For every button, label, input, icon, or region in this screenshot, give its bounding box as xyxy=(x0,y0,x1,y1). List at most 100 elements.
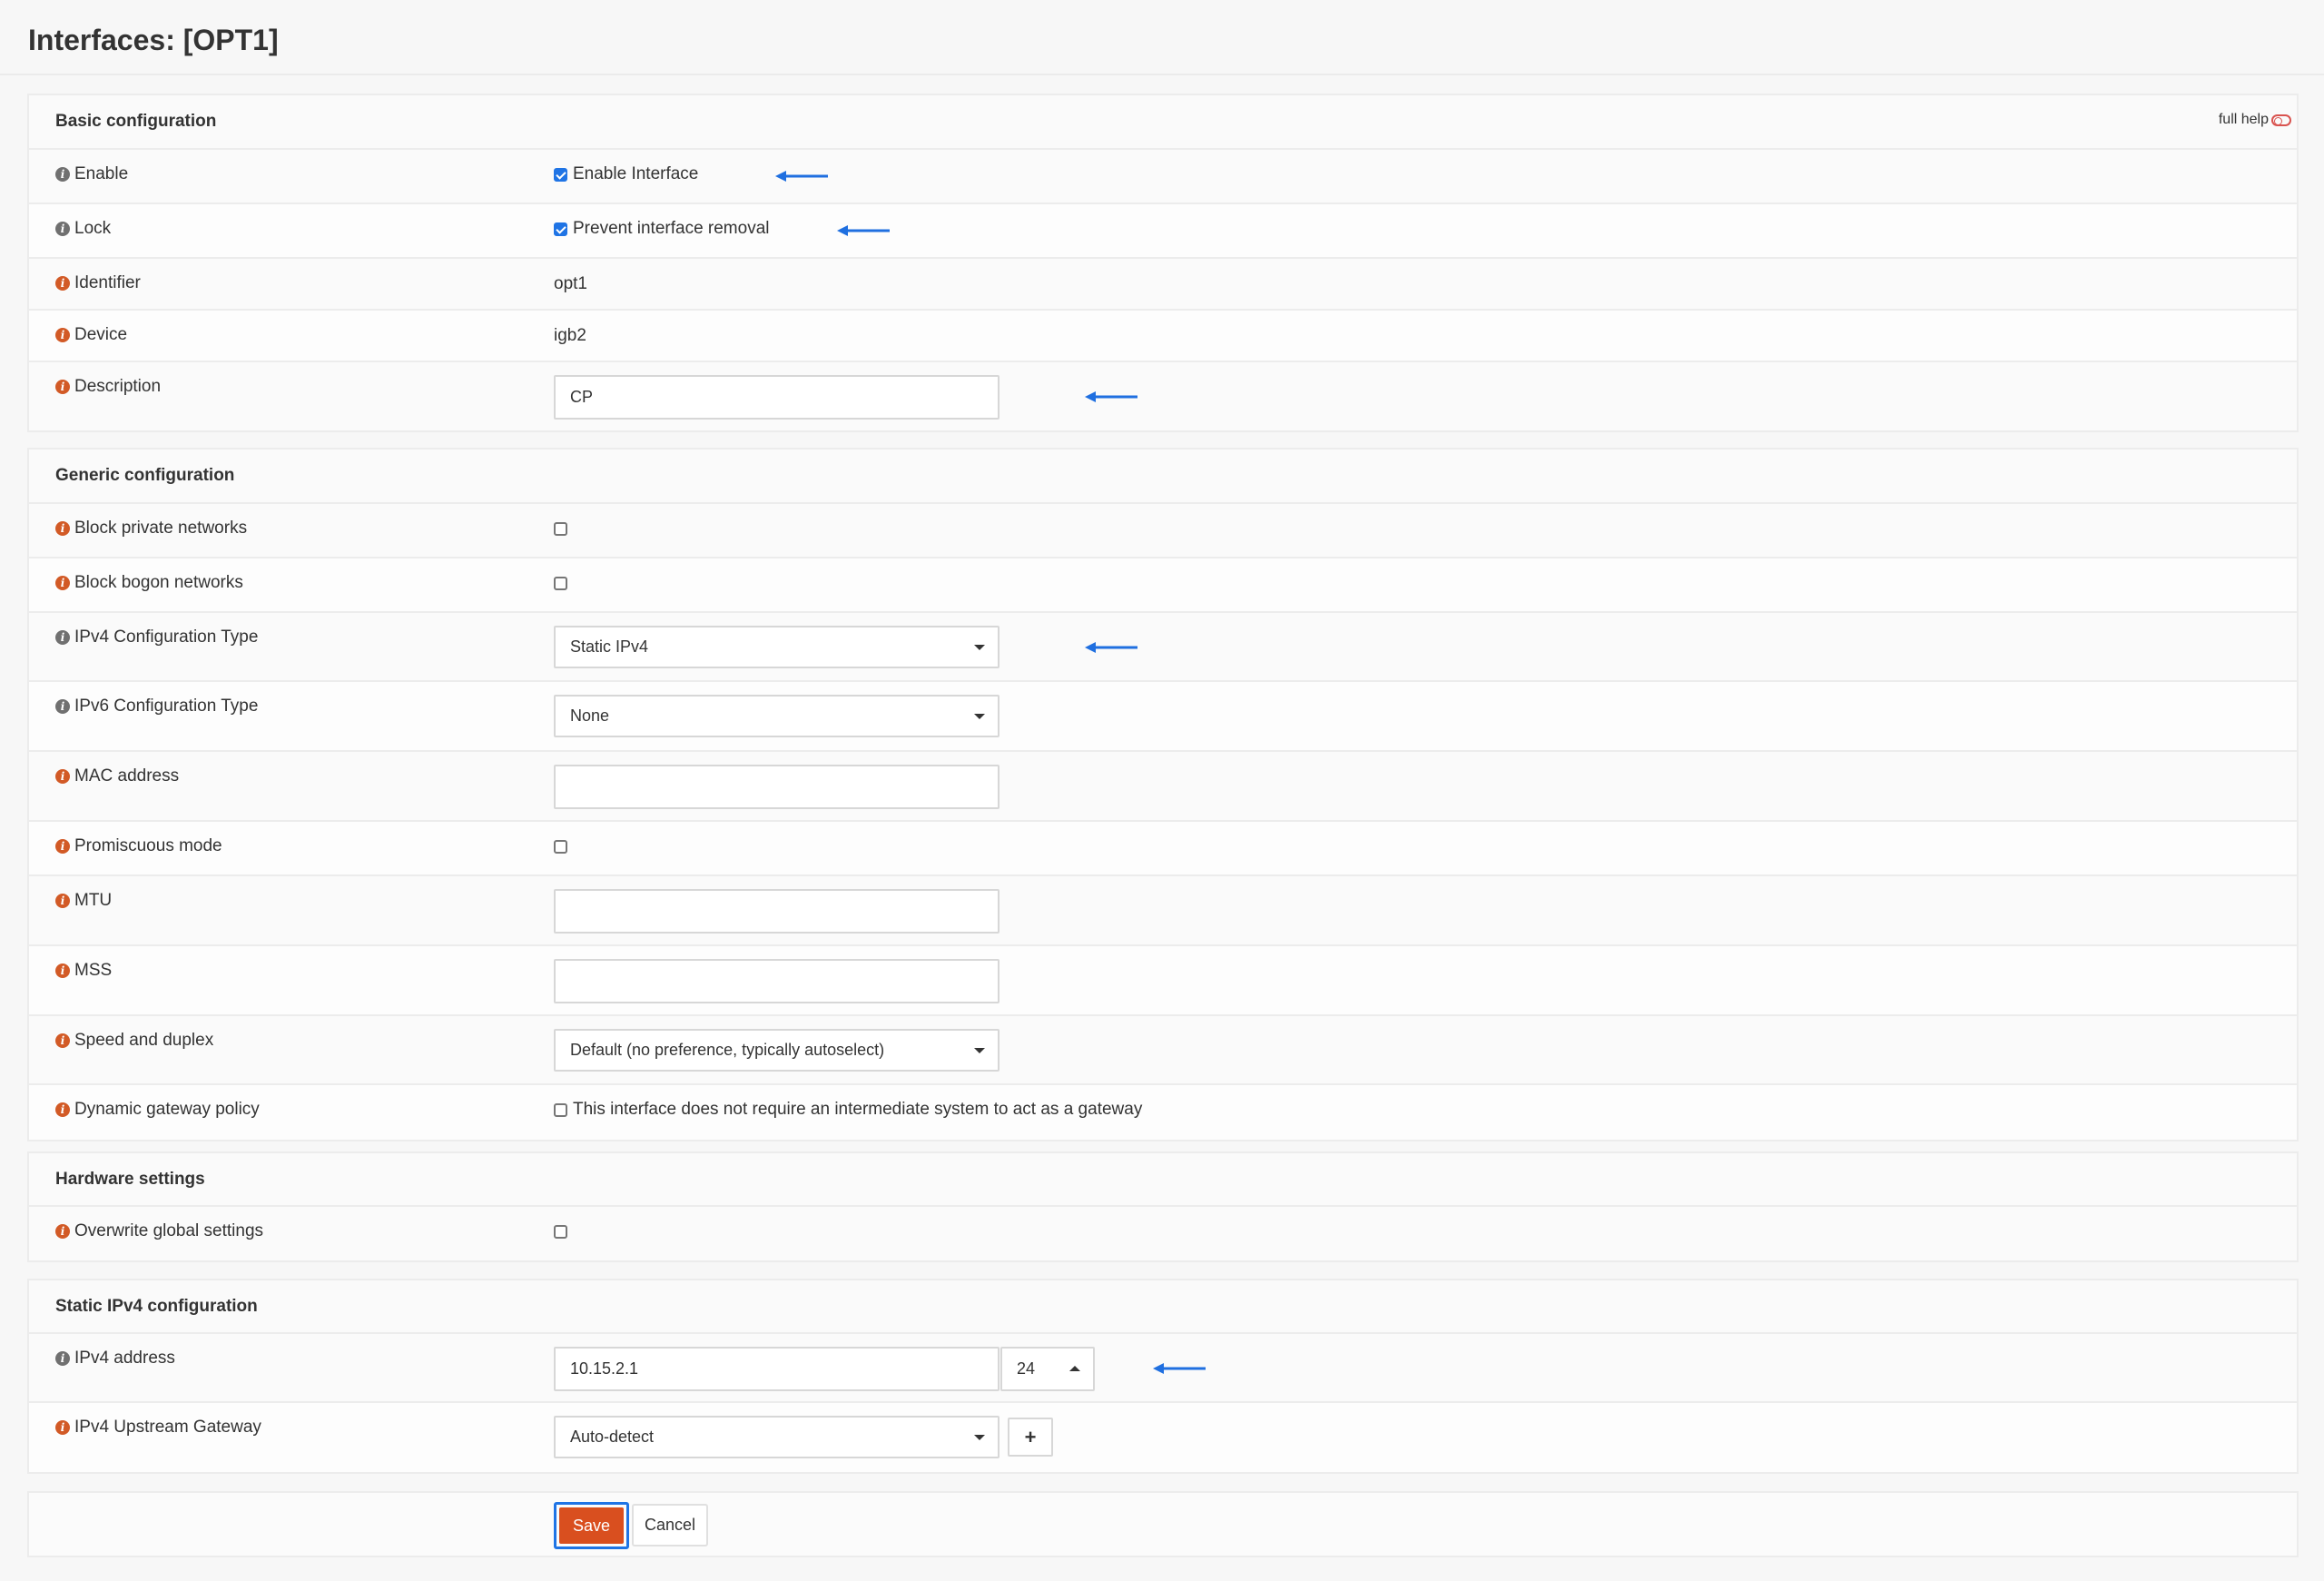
field-label: i Lock xyxy=(55,219,111,239)
row-promiscuous: i Promiscuous mode xyxy=(29,822,2297,876)
info-icon[interactable]: i xyxy=(55,276,70,291)
mac-address-input[interactable] xyxy=(554,765,1000,809)
label-text: MSS xyxy=(74,961,113,980)
checkbox-label[interactable]: This interface does not require an inter… xyxy=(573,1100,1142,1120)
row-enable: i Enable Enable Interface xyxy=(29,150,2297,204)
row-speed: i Speed and duplex Default (no preference… xyxy=(29,1016,2297,1085)
field-label: i IPv4 Configuration Type xyxy=(55,627,258,647)
section-title: Basic configuration xyxy=(55,112,217,131)
info-icon[interactable]: i xyxy=(55,1224,70,1239)
ipv4-address-input[interactable]: 10.15.2.1 xyxy=(554,1347,1000,1391)
subnet-select[interactable]: 24 xyxy=(1000,1347,1095,1391)
info-icon[interactable]: i xyxy=(55,222,70,236)
label-text: Promiscuous mode xyxy=(74,836,222,855)
info-icon[interactable]: i xyxy=(55,1033,70,1048)
info-icon[interactable]: i xyxy=(55,769,70,784)
field-label: i Block private networks xyxy=(55,519,247,539)
field-label: i Device xyxy=(55,325,127,345)
select-value: Default (no preference, typically autose… xyxy=(570,1041,885,1059)
field-label: i Speed and duplex xyxy=(55,1031,213,1051)
field-label: i Description xyxy=(55,377,161,397)
info-icon[interactable]: i xyxy=(55,699,70,714)
label-text: Device xyxy=(74,325,128,344)
annotation-arrow-icon xyxy=(1085,390,1139,403)
checkbox-unchecked[interactable] xyxy=(554,522,567,536)
field-label: i Enable xyxy=(55,164,128,184)
field-label: i IPv4 Upstream Gateway xyxy=(55,1418,261,1438)
field-label: i IPv6 Configuration Type xyxy=(55,697,258,716)
row-lock: i Lock Prevent interface removal xyxy=(29,204,2297,259)
checkbox-label[interactable]: Enable Interface xyxy=(573,164,698,184)
ipv4-type-select[interactable]: Static IPv4 xyxy=(554,626,1000,668)
prevent-removal-checkbox[interactable]: Prevent interface removal xyxy=(554,219,770,239)
info-icon[interactable]: i xyxy=(55,576,70,590)
promiscuous-checkbox[interactable] xyxy=(554,840,573,854)
description-input[interactable]: CP xyxy=(554,375,1000,420)
ipv6-type-select[interactable]: None xyxy=(554,695,1000,737)
row-mtu: i MTU xyxy=(29,876,2297,946)
save-label[interactable]: Save xyxy=(559,1507,624,1544)
info-icon[interactable]: i xyxy=(55,1102,70,1117)
ipv4-gateway-select[interactable]: Auto-detect xyxy=(554,1416,1000,1458)
row-mss: i MSS xyxy=(29,946,2297,1016)
row-description: i Description CP xyxy=(29,362,2297,430)
label-text: Speed and duplex xyxy=(74,1031,214,1050)
label-text: IPv4 address xyxy=(74,1349,175,1368)
checkbox-checked[interactable] xyxy=(554,222,567,236)
checkbox-unchecked[interactable] xyxy=(554,1225,567,1239)
enable-interface-checkbox[interactable]: Enable Interface xyxy=(554,164,698,184)
row-mac: i MAC address xyxy=(29,752,2297,822)
checkbox-unchecked[interactable] xyxy=(554,840,567,854)
page-title: Interfaces: [OPT1] xyxy=(28,24,279,56)
row-identifier: i Identifier opt1 xyxy=(29,259,2297,311)
field-label: i MAC address xyxy=(55,766,179,786)
cancel-button[interactable]: Cancel xyxy=(632,1504,708,1546)
label-text: Block bogon networks xyxy=(74,573,243,592)
mss-input[interactable] xyxy=(554,959,1000,1003)
row-ipv4-address: i IPv4 address 10.15.2.1 24 xyxy=(29,1334,2297,1403)
select-value: Auto-detect xyxy=(570,1428,655,1446)
row-ipv4-gateway: i IPv4 Upstream Gateway Auto-detect + xyxy=(29,1403,2297,1472)
info-icon[interactable]: i xyxy=(55,380,70,394)
info-icon[interactable]: i xyxy=(55,839,70,854)
chevron-down-icon xyxy=(974,714,985,719)
checkbox-unchecked[interactable] xyxy=(554,1102,567,1117)
label-text: IPv4 Configuration Type xyxy=(74,627,259,647)
chevron-up-icon xyxy=(1069,1366,1080,1371)
row-block-private: i Block private networks xyxy=(29,504,2297,558)
generic-configuration-panel: Generic configuration i Block private net… xyxy=(27,448,2299,1141)
info-icon[interactable]: i xyxy=(55,1351,70,1366)
static-ipv4-panel: Static IPv4 configuration i IPv4 address … xyxy=(27,1279,2299,1474)
block-private-checkbox[interactable] xyxy=(554,522,573,536)
block-bogon-checkbox[interactable] xyxy=(554,577,573,590)
dynamic-gateway-checkbox[interactable]: This interface does not require an inter… xyxy=(554,1100,1142,1120)
full-help-toggle[interactable]: full help xyxy=(2219,112,2291,128)
label-text: MTU xyxy=(74,891,113,910)
speed-duplex-select[interactable]: Default (no preference, typically autose… xyxy=(554,1029,1000,1072)
info-icon[interactable]: i xyxy=(55,167,70,182)
info-icon[interactable]: i xyxy=(55,963,70,978)
full-help-label: full help xyxy=(2218,112,2269,127)
info-icon[interactable]: i xyxy=(55,521,70,536)
checkbox-label[interactable]: Prevent interface removal xyxy=(573,219,770,239)
field-label: i Dynamic gateway policy xyxy=(55,1100,260,1120)
info-icon[interactable]: i xyxy=(55,630,70,645)
add-gateway-button[interactable]: + xyxy=(1008,1418,1053,1457)
row-device: i Device igb2 xyxy=(29,311,2297,362)
row-ipv4-type: i IPv4 Configuration Type Static IPv4 xyxy=(29,613,2297,682)
save-button[interactable]: Save xyxy=(554,1502,629,1549)
info-icon[interactable]: i xyxy=(55,894,70,908)
label-text: Block private networks xyxy=(74,519,248,538)
checkbox-checked[interactable] xyxy=(554,167,567,182)
section-header-hardware: Hardware settings xyxy=(29,1153,2297,1207)
checkbox-unchecked[interactable] xyxy=(554,577,567,590)
row-overwrite-global: i Overwrite global settings xyxy=(29,1207,2297,1260)
annotation-arrow-icon xyxy=(1153,1362,1207,1375)
info-icon[interactable]: i xyxy=(55,328,70,342)
field-label: i MSS xyxy=(55,961,112,981)
mtu-input[interactable] xyxy=(554,889,1000,934)
info-icon[interactable]: i xyxy=(55,1420,70,1435)
overwrite-global-checkbox[interactable] xyxy=(554,1225,573,1239)
row-block-bogon: i Block bogon networks xyxy=(29,558,2297,613)
row-ipv6-type: i IPv6 Configuration Type None xyxy=(29,682,2297,752)
